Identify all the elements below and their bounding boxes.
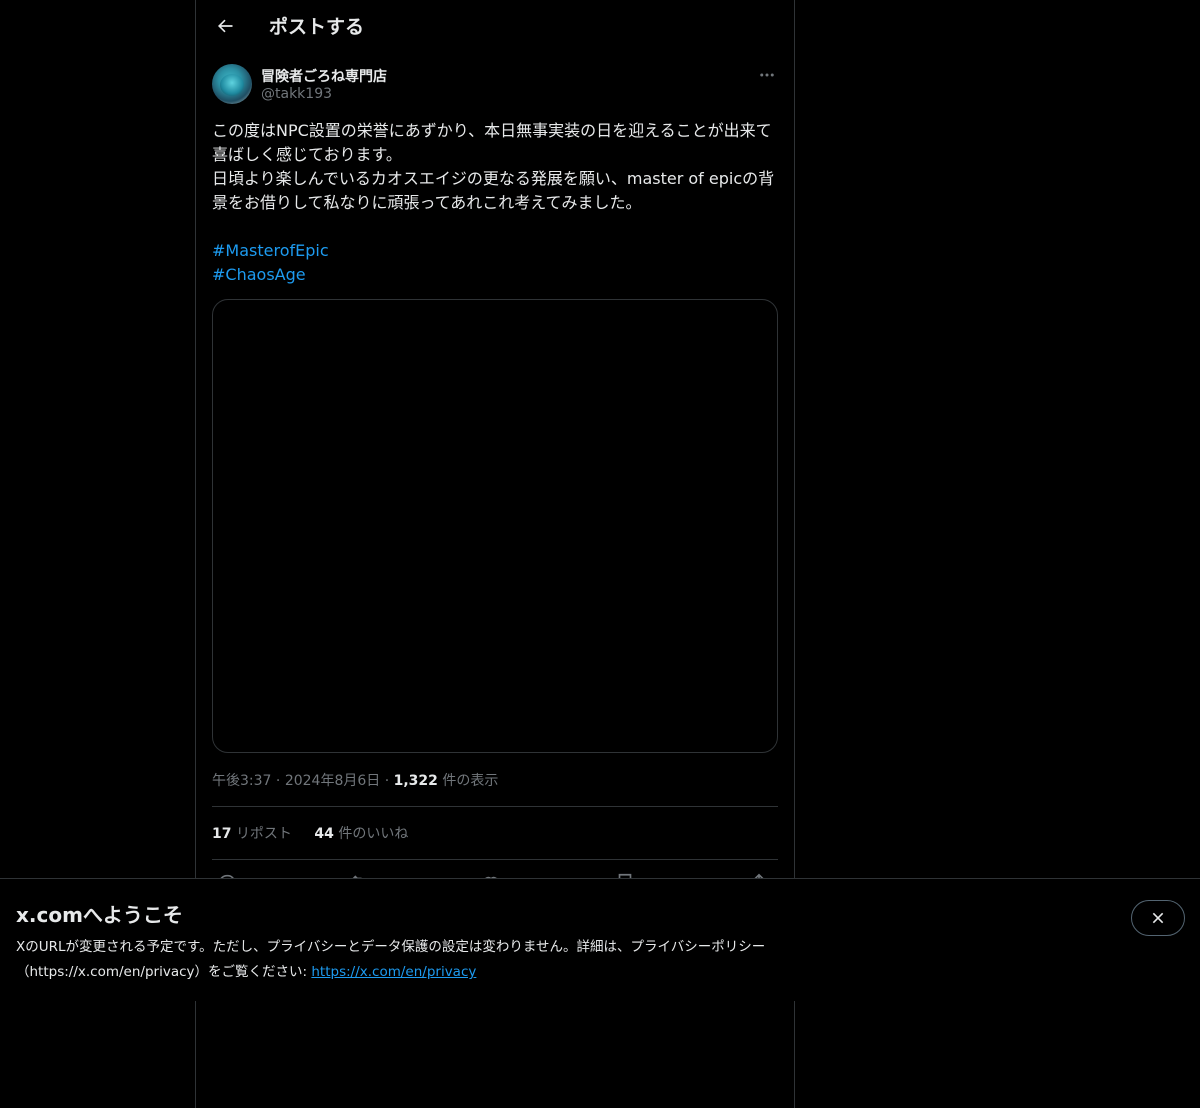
post-author: 冒険者ごろね専門店 @takk193 xyxy=(212,64,778,108)
banner-title: x.comへようこそ xyxy=(16,903,183,927)
more-button[interactable] xyxy=(756,64,778,86)
post-text-line: 日頃より楽しんでいるカオスエイジの更なる発展を願い、master of epic… xyxy=(212,169,775,212)
banner-text: XのURLが変更される予定です。ただし、プライバシーとデータ保護の設定は変わりま… xyxy=(16,935,876,985)
likes-label: 件のいいね xyxy=(338,826,409,842)
arrow-left-icon xyxy=(218,19,233,33)
hashtag-link[interactable]: #ChaosAge xyxy=(212,263,778,287)
post-text-line: この度はNPC設置の栄誉にあずかり、本日無事実装の日を迎えることが出来て喜ばしく… xyxy=(212,121,772,164)
close-icon xyxy=(1152,912,1164,924)
post-meta: 午後3:37 · 2024年8月6日 · 1,322 件の表示 xyxy=(212,773,499,789)
views-label: 件の表示 xyxy=(442,773,499,789)
post-media[interactable] xyxy=(212,299,778,753)
author-display-name[interactable]: 冒険者ごろね専門店 xyxy=(261,66,387,86)
back-button[interactable] xyxy=(208,9,242,43)
more-dots-icon xyxy=(760,73,774,77)
post-text: この度はNPC設置の栄誉にあずかり、本日無事実装の日を迎えることが出来て喜ばしく… xyxy=(212,119,778,287)
divider xyxy=(212,859,778,860)
avatar[interactable] xyxy=(212,64,252,104)
page-title: ポストする xyxy=(269,16,365,38)
post-time[interactable]: 午後3:37 xyxy=(212,773,271,789)
privacy-link[interactable]: https://x.com/en/privacy xyxy=(311,964,476,980)
post-date[interactable]: 2024年8月6日 xyxy=(285,773,380,789)
hashtag-link[interactable]: #MasterofEpic xyxy=(212,239,778,263)
divider xyxy=(212,806,778,807)
views-count: 1,322 xyxy=(393,773,438,789)
close-button[interactable] xyxy=(1131,900,1185,936)
likes-stat[interactable]: 44 件のいいね xyxy=(314,826,408,842)
welcome-banner: x.comへようこそ XのURLが変更される予定です。ただし、プライバシーとデー… xyxy=(0,878,1200,1001)
author-handle[interactable]: @takk193 xyxy=(261,86,332,102)
reposts-label: リポスト xyxy=(235,826,292,842)
post-header: ポストする xyxy=(196,0,794,54)
reposts-count: 17 xyxy=(212,826,232,842)
post-stats: 17 リポスト 44 件のいいね xyxy=(212,823,426,843)
likes-count: 44 xyxy=(314,826,334,842)
reposts-stat[interactable]: 17 リポスト xyxy=(212,826,296,842)
